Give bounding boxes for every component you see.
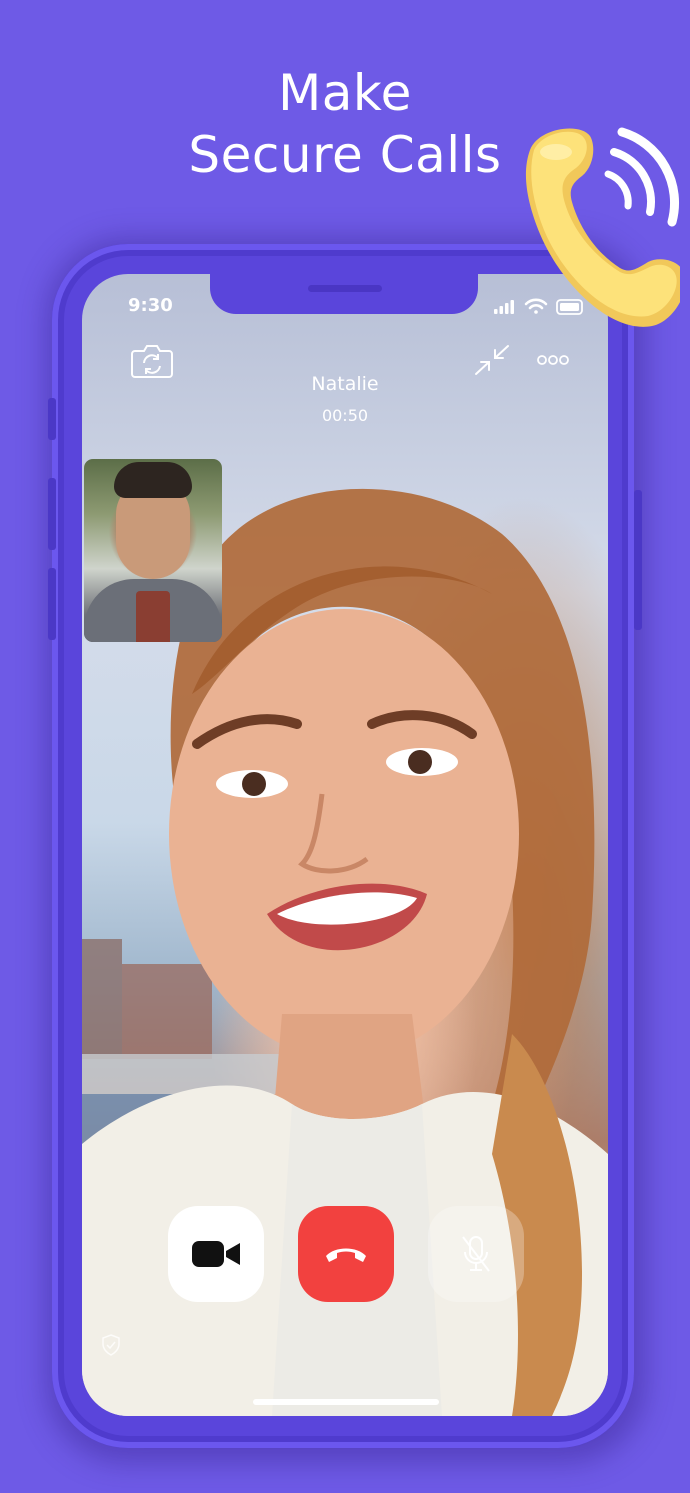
- mute-button[interactable]: [428, 1206, 524, 1302]
- phone-notch: [210, 274, 478, 314]
- phone-volume-up-button: [48, 478, 56, 550]
- self-view-video[interactable]: [84, 459, 222, 642]
- home-indicator[interactable]: [253, 1399, 439, 1405]
- more-options-icon: [537, 355, 569, 365]
- headline-line-1: Make: [278, 64, 412, 122]
- self-view-hair: [114, 462, 192, 498]
- phone-handset-icon: [510, 122, 686, 336]
- encryption-shield-icon[interactable]: [101, 1334, 121, 1360]
- video-camera-icon: [192, 1241, 240, 1267]
- minimize-button[interactable]: [474, 344, 510, 376]
- end-call-button[interactable]: [298, 1206, 394, 1302]
- earpiece-speaker: [308, 285, 382, 292]
- video-toggle-button[interactable]: [168, 1206, 264, 1302]
- caller-name: Natalie: [311, 373, 379, 395]
- phone-volume-down-button: [48, 568, 56, 640]
- more-options-button[interactable]: [537, 352, 569, 366]
- minimize-icon: [475, 345, 509, 375]
- hang-up-icon: [326, 1248, 366, 1262]
- status-time: 9:30: [128, 295, 173, 316]
- microphone-muted-icon: [462, 1236, 490, 1272]
- call-duration: 00:50: [321, 406, 369, 425]
- self-view-shirt: [136, 591, 170, 642]
- phone-power-button: [634, 490, 642, 630]
